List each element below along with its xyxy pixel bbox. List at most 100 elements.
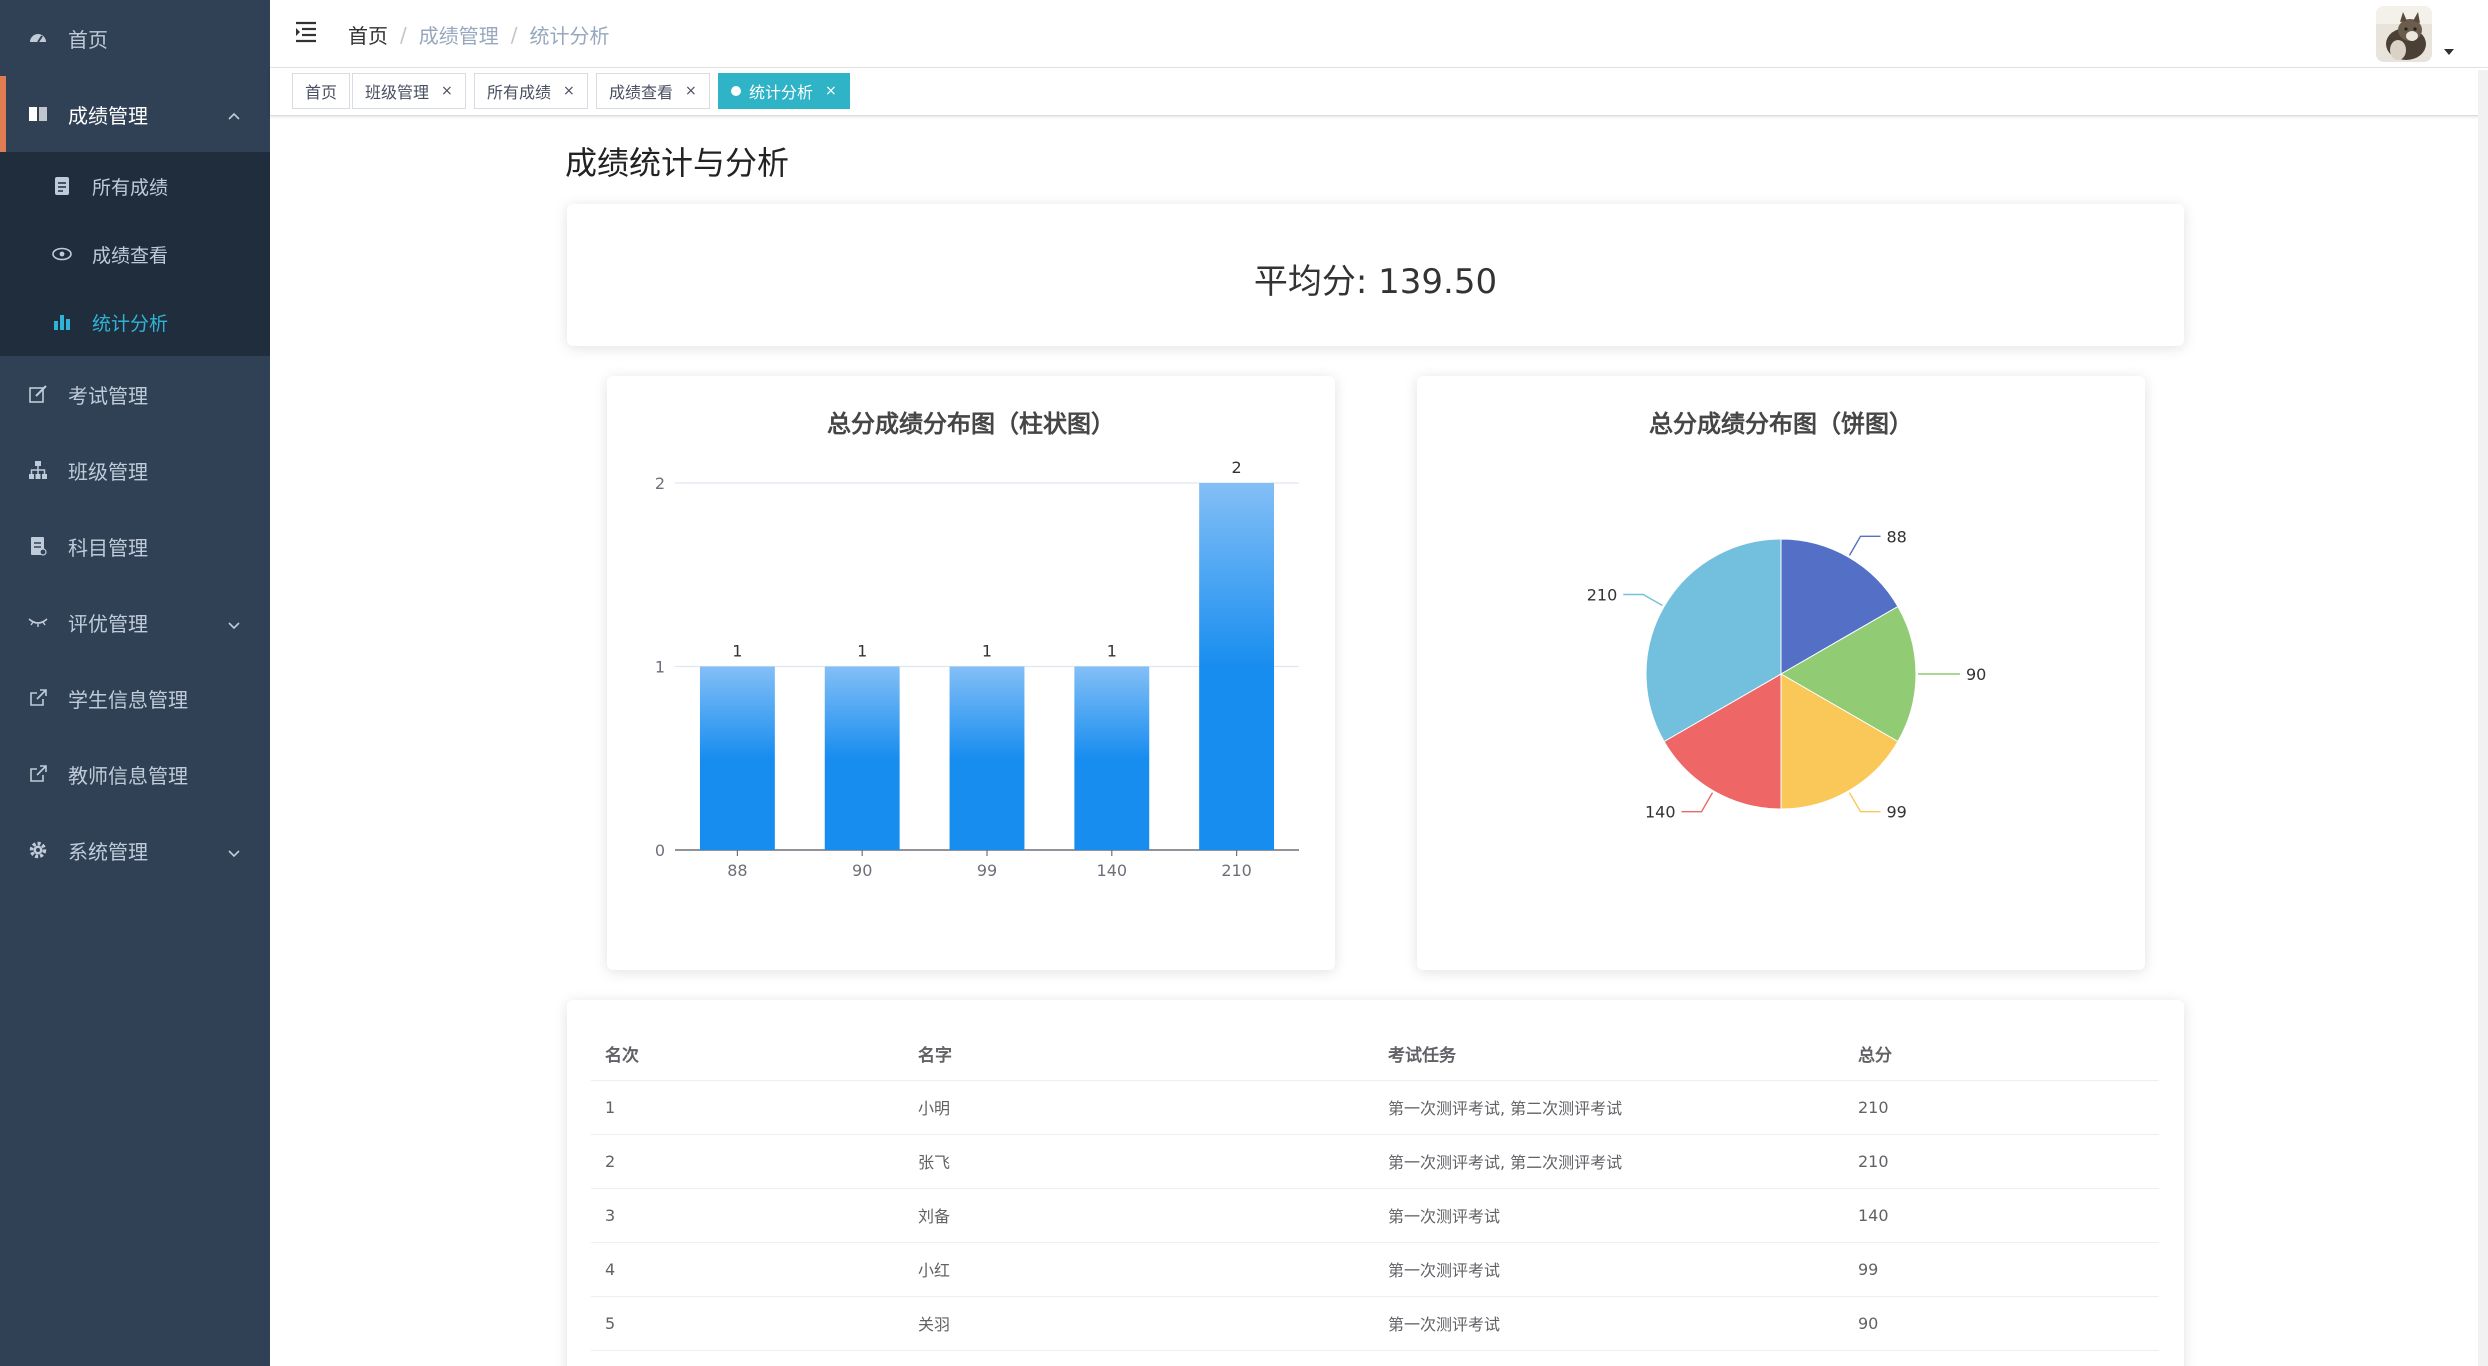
sidebar-item-label: 班级管理 [68, 459, 148, 484]
y-tick-label: 1 [655, 658, 665, 677]
cell-name: 刘备 [904, 1188, 1374, 1243]
x-tick-label: 210 [1221, 861, 1252, 880]
pie-label: 99 [1887, 803, 1907, 822]
bar-chart: 0 1 2 88 1 90 1 99 1 140 1 210 2 [655, 458, 1299, 880]
sidebar-item-student-info[interactable]: 学生信息管理 [0, 660, 270, 736]
breadcrumb-home[interactable]: 首页 [348, 20, 388, 49]
table-row[interactable]: 1 小明 第一次测评考试, 第二次测评考试 210 [591, 1080, 2159, 1135]
bar-chart-icon [52, 312, 72, 332]
eye-icon [52, 244, 72, 264]
eye-closed-icon [28, 612, 48, 632]
cell-rank: 1 [591, 1080, 904, 1135]
x-tick-label: 90 [852, 861, 872, 880]
pie-label-line [1681, 792, 1714, 813]
tag-label: 班级管理 [365, 83, 430, 102]
cell-exam-task: 第一次测评考试, 第二次测评考试 [1374, 1080, 1844, 1135]
chevron-down-icon [226, 842, 242, 858]
external-link-icon [28, 764, 48, 784]
hamburger-menu-icon[interactable] [294, 20, 320, 46]
sidebar-subitem-all-scores[interactable]: 所有成绩 [0, 152, 270, 220]
tag-all-scores[interactable]: 所有成绩 × [474, 73, 588, 109]
sidebar-item-exam-management[interactable]: 考试管理 [0, 356, 270, 432]
cell-exam-task: 第一次测评考试 [1374, 1188, 1844, 1243]
sidebar-item-teacher-info[interactable]: 教师信息管理 [0, 736, 270, 812]
edit-icon [28, 384, 48, 404]
chevron-down-icon [226, 614, 242, 630]
table-row[interactable]: 4 小红 第一次测评考试 99 [591, 1242, 2159, 1297]
ranking-table-card: 名次 名字 考试任务 总分 1 小明 第一次测评考试, 第二次测评考试 210 … [567, 1000, 2184, 1366]
caret-down-icon[interactable] [2442, 42, 2456, 55]
close-icon[interactable]: × [825, 83, 837, 99]
sidebar-item-subject-management[interactable]: 科目管理 [0, 508, 270, 584]
column-header-name[interactable]: 名字 [904, 1028, 1374, 1081]
pie-label-line [1623, 593, 1663, 607]
pie-label: 88 [1887, 527, 1907, 546]
gear-icon [28, 840, 48, 860]
tag-home[interactable]: 首页 [292, 73, 351, 109]
tag-class-management[interactable]: 班级管理 × [352, 73, 466, 109]
cell-rank: 4 [591, 1242, 904, 1297]
tag-label: 首页 [305, 83, 338, 102]
cell-exam-task: 第一次测评考试, 第二次测评考试 [1374, 1134, 1844, 1189]
sidebar-item-award-management[interactable]: 评优管理 [0, 584, 270, 660]
table-row[interactable]: 5 关羽 第一次测评考试 90 [591, 1296, 2159, 1351]
sidebar-item-class-management[interactable]: 班级管理 [0, 432, 270, 508]
bar [1074, 666, 1150, 850]
cell-name: 小明 [904, 1080, 1374, 1135]
sidebar-item-label: 科目管理 [68, 535, 148, 560]
average-score-text: 平均分: 139.50 [1253, 262, 1498, 302]
data-label: 1 [857, 642, 867, 661]
cell-rank: 3 [591, 1188, 904, 1243]
column-header-total[interactable]: 总分 [1844, 1028, 2159, 1081]
sidebar-subitem-statistics[interactable]: 统计分析 [0, 288, 270, 356]
y-tick-label: 2 [655, 474, 665, 493]
sidebar-item-label: 评优管理 [68, 611, 148, 636]
sidebar-item-score-management[interactable]: 成绩管理 [0, 76, 270, 152]
cell-exam-task: 第一次测评考试 [1374, 1242, 1844, 1297]
column-header-rank[interactable]: 名次 [591, 1028, 904, 1081]
column-header-exam-task[interactable]: 考试任务 [1374, 1028, 1844, 1081]
file-icon [52, 176, 72, 196]
pie-label-line [1848, 792, 1881, 813]
close-icon[interactable]: × [563, 83, 575, 99]
tag-statistics[interactable]: 统计分析 × [718, 73, 850, 109]
close-icon[interactable]: × [441, 83, 453, 99]
cell-total: 210 [1844, 1080, 2159, 1135]
y-tick-label: 0 [655, 841, 665, 860]
breadcrumb: 首页 / 成绩管理 / 统计分析 [348, 20, 610, 49]
cell-rank: 5 [591, 1296, 904, 1351]
x-tick-label: 99 [977, 861, 997, 880]
page-scrollbar[interactable] [2478, 70, 2488, 1366]
bar-chart-card: 总分成绩分布图（柱状图） 0 1 2 88 1 90 1 99 1 140 1 210 2 [607, 376, 1335, 970]
cell-rank: 2 [591, 1134, 904, 1189]
pie-chart-card: 总分成绩分布图（饼图） 88 90 99 140 210 [1417, 376, 2145, 970]
avatar[interactable] [2376, 6, 2432, 62]
cell-total: 140 [1844, 1188, 2159, 1243]
breadcrumb-separator: / [400, 22, 407, 47]
chevron-up-icon [226, 106, 242, 122]
cell-total: 99 [1844, 1242, 2159, 1297]
table-row[interactable]: 3 刘备 第一次测评考试 140 [591, 1188, 2159, 1243]
sidebar-subitem-view-scores[interactable]: 成绩查看 [0, 220, 270, 288]
pie-label: 210 [1587, 586, 1618, 605]
x-tick-label: 88 [727, 861, 747, 880]
ranking-table: 名次 名字 考试任务 总分 1 小明 第一次测评考试, 第二次测评考试 210 … [591, 1028, 2159, 1351]
cell-name: 关羽 [904, 1296, 1374, 1351]
page-title: 成绩统计与分析 [565, 144, 790, 182]
data-label: 1 [1107, 642, 1117, 661]
bar [699, 666, 775, 850]
breadcrumb-separator: / [510, 22, 518, 47]
sidebar-item-system-management[interactable]: 系统管理 [0, 812, 270, 888]
table-row[interactable]: 2 张飞 第一次测评考试, 第二次测评考试 210 [591, 1134, 2159, 1189]
breadcrumb-score-management[interactable]: 成绩管理 [419, 20, 499, 49]
cell-exam-task: 第一次测评考试 [1374, 1296, 1844, 1351]
dashboard-icon [28, 28, 48, 48]
pie-chart: 88 90 99 140 210 [1587, 527, 1987, 822]
submenu-score: 所有成绩 成绩查看 统计分析 [0, 152, 270, 356]
close-icon[interactable]: × [685, 83, 697, 99]
sidebar-item-home[interactable]: 首页 [0, 0, 270, 76]
tag-view-scores[interactable]: 成绩查看 × [596, 73, 710, 109]
sidebar-item-label: 学生信息管理 [68, 687, 188, 712]
sidebar-subitem-label: 成绩查看 [92, 244, 169, 267]
tag-label: 所有成绩 [487, 83, 552, 102]
